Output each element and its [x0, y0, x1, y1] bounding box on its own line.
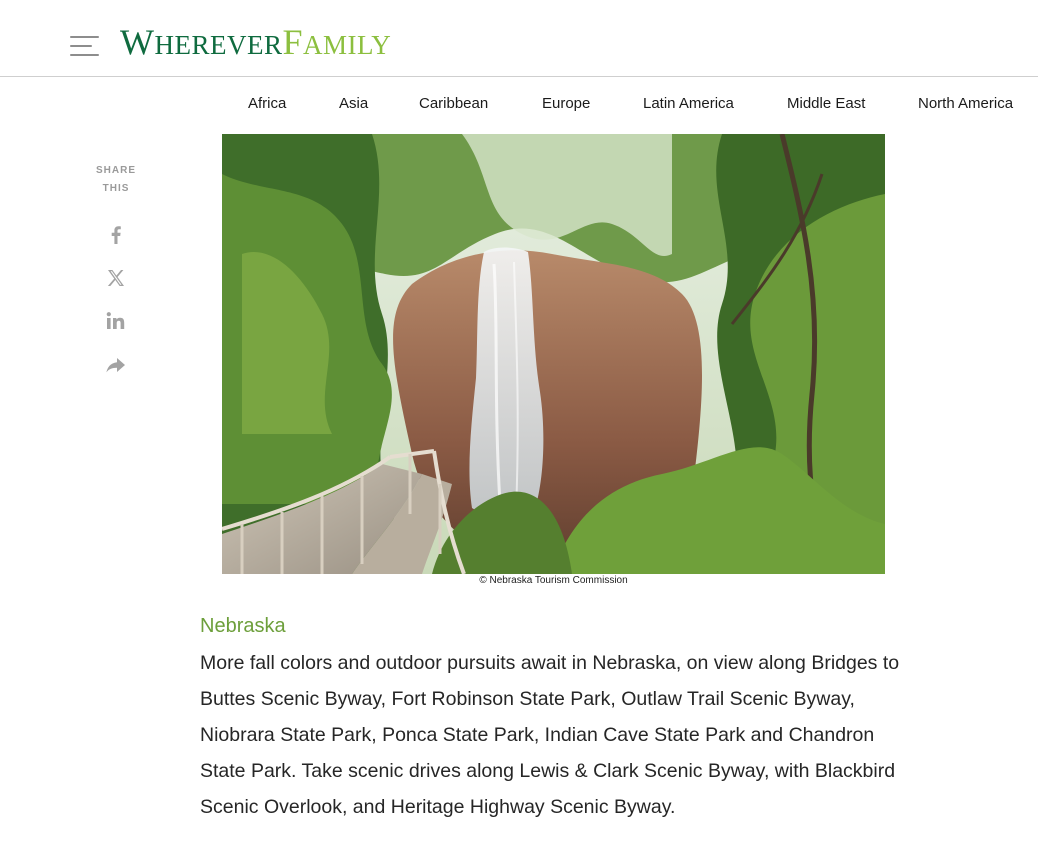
share-arrow-icon[interactable]	[104, 353, 128, 377]
site-logo[interactable]: WHEREVERFAMILY	[120, 22, 391, 65]
nav-item-middle-east[interactable]: Middle East	[787, 95, 865, 112]
region-nav: Africa Asia Caribbean Europe Latin Ameri…	[0, 92, 1038, 118]
nav-item-europe[interactable]: Europe	[542, 95, 590, 112]
nav-item-asia[interactable]: Asia	[339, 95, 368, 112]
nav-item-latin-america[interactable]: Latin America	[643, 95, 734, 112]
article-body: More fall colors and outdoor pursuits aw…	[200, 652, 900, 818]
article-photo	[222, 134, 885, 574]
facebook-icon[interactable]	[104, 222, 128, 246]
nav-item-africa[interactable]: Africa	[248, 95, 286, 112]
hamburger-menu-icon[interactable]	[70, 34, 99, 58]
x-icon[interactable]	[104, 266, 128, 290]
site-header: WHEREVERFAMILY	[0, 0, 1038, 77]
photo-credit: © Nebraska Tourism Commission	[479, 575, 628, 586]
share-label: SHARE THIS	[95, 165, 136, 194]
linkedin-icon[interactable]	[104, 309, 128, 333]
nav-item-caribbean[interactable]: Caribbean	[419, 95, 488, 112]
nav-item-north-america[interactable]: North America	[918, 95, 1013, 112]
section-heading: Nebraska	[200, 615, 286, 637]
